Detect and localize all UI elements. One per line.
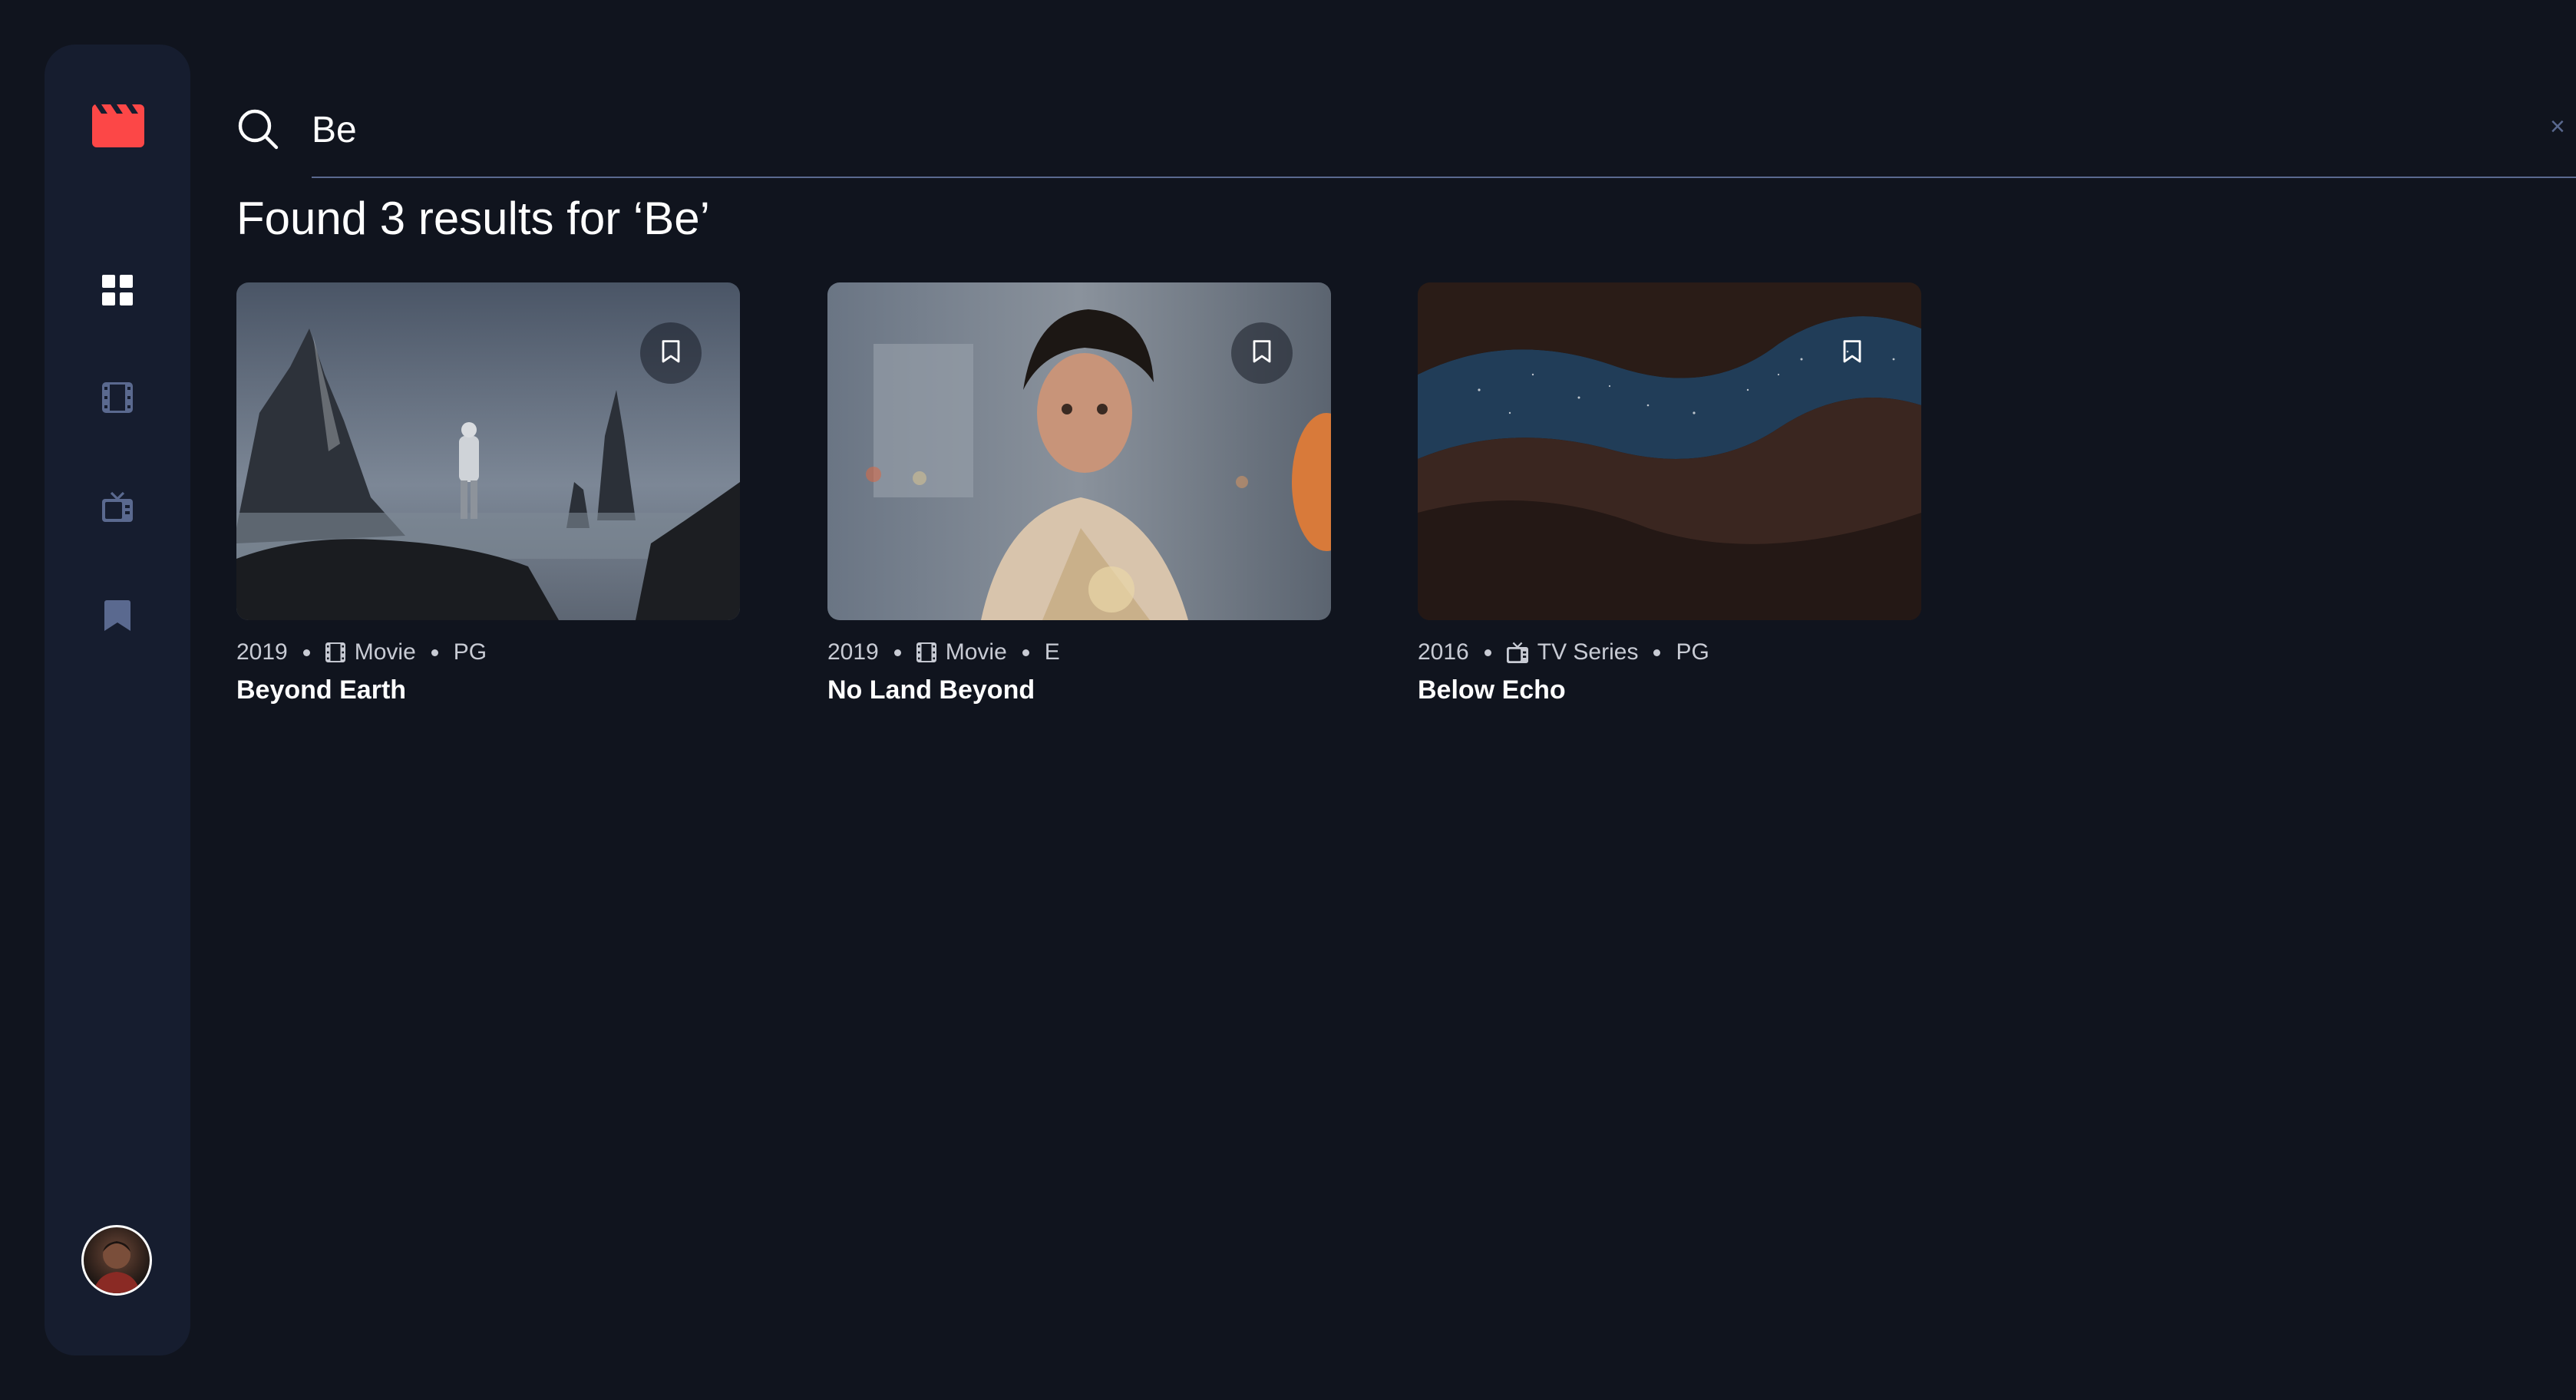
separator-dot <box>1022 649 1029 656</box>
result-title[interactable]: No Land Beyond <box>827 675 1331 705</box>
separator-dot <box>431 649 438 656</box>
bookmark-empty-icon <box>1253 339 1271 367</box>
result-card-3[interactable]: 2016 TV Series PG Below Echo <box>1418 282 1921 705</box>
user-avatar[interactable] <box>81 1225 152 1296</box>
film-icon <box>325 642 345 662</box>
result-rating: PG <box>453 639 487 665</box>
thumbnail-image[interactable] <box>1418 282 1921 620</box>
result-year: 2019 <box>236 639 288 665</box>
bookmark-button[interactable] <box>1821 322 1883 384</box>
clear-search-icon[interactable]: × <box>2550 114 2573 140</box>
result-meta: 2016 TV Series PG <box>1418 637 1921 668</box>
search-input[interactable] <box>312 98 2561 161</box>
result-category: Movie <box>945 639 1007 665</box>
result-card-1[interactable]: 2019 Movie PG Beyond Earth <box>236 282 740 705</box>
film-icon <box>916 642 936 662</box>
result-year: 2019 <box>827 639 879 665</box>
result-rating: E <box>1044 639 1060 665</box>
results-heading: Found 3 results for ‘Be’ <box>236 193 710 244</box>
bookmark-empty-icon <box>1843 339 1861 367</box>
separator-dot <box>302 649 310 656</box>
sidebar <box>45 45 190 1355</box>
result-year: 2016 <box>1418 639 1469 665</box>
clapperboard-logo-icon[interactable] <box>91 104 144 147</box>
result-title[interactable]: Beyond Earth <box>236 675 740 705</box>
thumbnail-image[interactable] <box>827 282 1331 620</box>
separator-dot <box>1653 649 1661 656</box>
nav-tv-series[interactable] <box>94 485 140 531</box>
result-card-2[interactable]: 2019 Movie E No Land Beyond <box>827 282 1331 705</box>
separator-dot <box>1484 649 1491 656</box>
result-category: Movie <box>354 639 416 665</box>
film-icon <box>102 381 133 417</box>
nav-home[interactable] <box>94 269 140 315</box>
bookmark-button[interactable] <box>640 322 702 384</box>
tv-icon <box>102 491 133 526</box>
grid-icon <box>102 274 133 309</box>
result-title[interactable]: Below Echo <box>1418 675 1921 705</box>
search-icon <box>236 107 279 150</box>
separator-dot <box>893 649 901 656</box>
result-meta: 2019 Movie PG <box>236 637 740 668</box>
bookmark-button[interactable] <box>1231 322 1293 384</box>
nav-bookmarks[interactable] <box>94 594 140 640</box>
search-bar <box>236 92 2576 178</box>
thumbnail-image[interactable] <box>236 282 740 620</box>
result-meta: 2019 Movie E <box>827 637 1331 668</box>
bookmark-empty-icon <box>662 339 680 367</box>
tv-icon <box>1506 642 1528 663</box>
bookmark-icon <box>104 599 130 635</box>
result-rating: PG <box>1676 639 1709 665</box>
search-underline <box>312 177 2576 178</box>
result-category: TV Series <box>1537 639 1639 665</box>
nav-movies[interactable] <box>94 376 140 422</box>
